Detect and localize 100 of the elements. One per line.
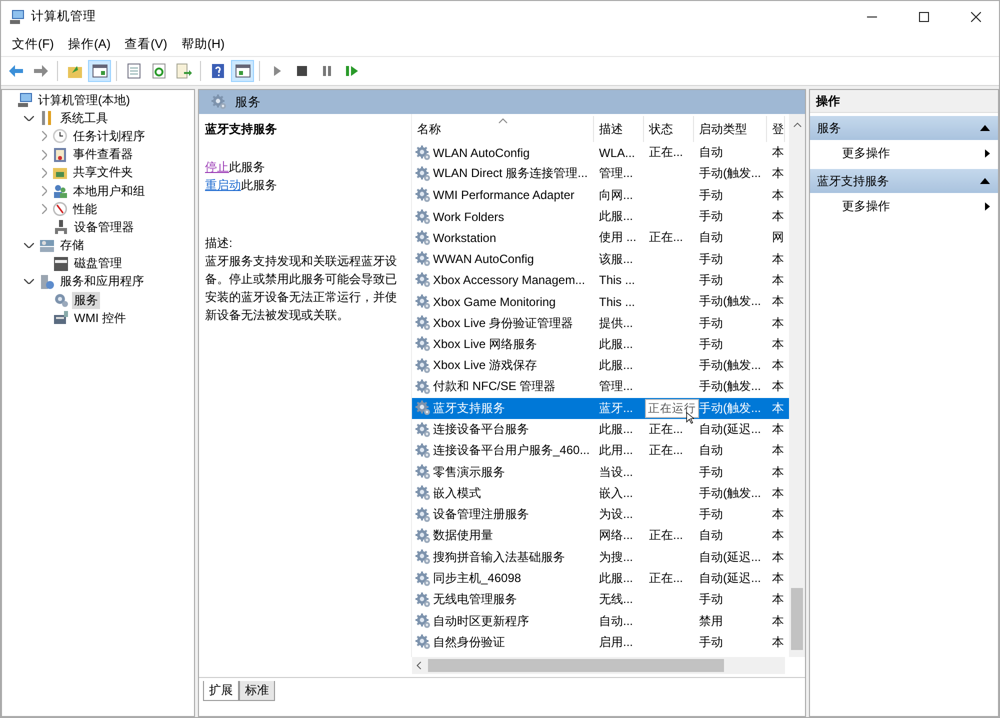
tree-item[interactable]: 本地用户和组 xyxy=(71,182,147,200)
tree-item[interactable]: 系统工具 xyxy=(58,110,110,127)
section-header[interactable]: 服务 xyxy=(810,116,998,140)
service-name-cell: 同步主机_46098 xyxy=(433,570,522,588)
service-row[interactable]: WMI Performance Adapter 向网... 手动 本 xyxy=(412,184,789,206)
service-row[interactable]: 数据使用量 网络... 正在... 自动 本 xyxy=(412,525,789,547)
collapse-chevron-icon[interactable] xyxy=(24,116,34,121)
table-cell: 当设... xyxy=(599,464,634,481)
service-row[interactable]: 搜狗拼音输入法基础服务 为搜... 自动(延迟... 本 xyxy=(412,546,789,568)
gauge-icon xyxy=(52,201,68,218)
service-row[interactable]: 嵌入模式 嵌入... 手动(触发... 本 xyxy=(412,482,789,504)
gear-icon xyxy=(415,549,431,566)
service-row[interactable]: 连接设备平台用户服务_460... 此用... 正在... 自动 本 xyxy=(412,440,789,462)
horizontal-scrollbar[interactable] xyxy=(412,657,785,674)
tree-item[interactable]: 任务计划程序 xyxy=(71,128,147,145)
actions-pane-title: 操作 xyxy=(810,90,998,113)
tree-item[interactable]: 性能 xyxy=(71,200,99,218)
tree-item[interactable]: 存储 xyxy=(58,237,86,254)
service-action-link[interactable]: 停止 xyxy=(205,160,229,174)
column-header[interactable]: 登 xyxy=(767,116,785,142)
table-cell: 自动(延迟... xyxy=(699,421,761,438)
service-row[interactable]: 付款和 NFC/SE 管理器 管理... 手动(触发... 本 xyxy=(412,376,789,398)
service-row[interactable]: Workstation 使用 ... 正在... 自动 网 xyxy=(412,227,789,248)
gear-icon xyxy=(415,251,431,268)
refresh-icon xyxy=(150,63,166,79)
service-row[interactable]: 无线电管理服务 无线... 手动 本 xyxy=(412,589,789,611)
vertical-scrollbar[interactable] xyxy=(789,114,805,657)
tree-item[interactable]: 磁盘管理 xyxy=(72,255,124,272)
expand-chevron-icon[interactable] xyxy=(42,168,47,178)
tree-item[interactable]: 服务和应用程序 xyxy=(58,273,146,290)
expand-chevron-icon[interactable] xyxy=(42,204,47,214)
collapse-chevron-icon[interactable] xyxy=(24,279,34,284)
column-header[interactable]: 描述 xyxy=(594,116,644,142)
scrollbar-thumb[interactable] xyxy=(428,659,724,672)
column-header[interactable]: 名称 xyxy=(412,116,594,142)
column-header[interactable]: 启动类型 xyxy=(694,116,767,142)
tree-item[interactable]: 事件查看器 xyxy=(71,146,135,164)
service-row[interactable]: 自动时区更新程序 自动... 禁用 本 xyxy=(412,610,789,632)
toolbar-button[interactable] xyxy=(231,60,254,82)
service-row[interactable]: 连接设备平台服务 此服... 正在... 自动(延迟... 本 xyxy=(412,418,789,440)
table-cell: WLA... xyxy=(599,146,636,160)
service-row[interactable]: 设备管理注册服务 为设... 手动 本 xyxy=(412,504,789,526)
service-name-cell: 蓝牙支持服务 xyxy=(433,400,505,417)
event-log-icon xyxy=(52,146,68,163)
table-cell: 自动 xyxy=(699,229,723,246)
service-row[interactable]: 零售演示服务 当设... 手动 本 xyxy=(412,461,789,483)
table-cell: 手动 xyxy=(699,250,723,268)
storage-icon xyxy=(39,238,55,254)
service-row[interactable]: WWAN AutoConfig 该服... 手动 本 xyxy=(412,248,789,270)
service-row[interactable]: Xbox Live 网络服务 此服... 手动 本 xyxy=(412,334,789,355)
service-action-link[interactable]: 重启动 xyxy=(205,178,241,192)
scroll-up-icon[interactable] xyxy=(792,122,802,128)
service-row[interactable]: Work Folders 此服... 手动 本 xyxy=(412,206,789,228)
service-name-cell: WLAN Direct 服务连接管理... xyxy=(433,165,588,182)
collapse-chevron-icon[interactable] xyxy=(24,243,34,248)
menu-item[interactable]: 查看(V) xyxy=(118,36,174,52)
gear-icon xyxy=(415,336,431,352)
view-tab[interactable]: 扩展 xyxy=(203,681,239,701)
toolbar-button[interactable] xyxy=(88,60,111,82)
table-cell: 手动 xyxy=(699,506,723,524)
gear-icon xyxy=(415,400,431,416)
expand-chevron-icon[interactable] xyxy=(42,131,47,142)
service-row[interactable]: Xbox Live 身份验证管理器 提供... 手动 本 xyxy=(412,312,789,334)
service-row[interactable]: Xbox Game Monitoring This ... 手动(触发... 本 xyxy=(412,291,789,312)
table-cell: 本 xyxy=(772,464,784,481)
scrollbar-thumb[interactable] xyxy=(791,588,803,650)
service-name-cell: 连接设备平台用户服务_460... xyxy=(433,442,590,460)
tree-item[interactable]: 设备管理器 xyxy=(72,218,136,236)
tree-item[interactable]: 计算机管理(本地) xyxy=(36,92,132,109)
menu-item[interactable]: 帮助(H) xyxy=(174,36,232,52)
service-name-cell: Xbox Live 网络服务 xyxy=(433,336,538,353)
action-item[interactable]: 更多操作 xyxy=(810,193,998,219)
tree-item[interactable]: 共享文件夹 xyxy=(71,164,135,182)
tree-item[interactable]: WMI 控件 xyxy=(72,310,128,327)
gear-icon xyxy=(415,358,431,374)
gear-icon xyxy=(415,592,431,608)
action-item[interactable]: 更多操作 xyxy=(810,140,998,166)
service-row[interactable]: Xbox Accessory Managem... This ... 手动 本 xyxy=(412,270,789,292)
service-row[interactable]: 自然身份验证 启用... 手动 本 xyxy=(412,632,789,654)
service-row[interactable]: WLAN AutoConfig WLA... 正在... 自动 本 xyxy=(412,142,789,164)
expand-chevron-icon[interactable] xyxy=(42,186,47,196)
service-row[interactable]: Xbox Live 游戏保存 此服... 手动(触发... 本 xyxy=(412,354,789,376)
service-row[interactable]: 同步主机_46098 此服... 正在... 自动(延迟... 本 xyxy=(412,568,789,590)
service-name-cell: Xbox Live 游戏保存 xyxy=(433,357,538,374)
menu-item[interactable]: 文件(F) xyxy=(5,36,61,52)
gear-icon xyxy=(415,378,431,395)
forward-arrow-icon xyxy=(32,63,48,79)
service-row[interactable]: WLAN Direct 服务连接管理... 管理... 手动(触发... 本 xyxy=(412,163,789,185)
view-tab[interactable]: 标准 xyxy=(239,681,275,701)
tree-item[interactable]: 服务 xyxy=(72,292,100,309)
scroll-left-icon[interactable] xyxy=(416,661,422,670)
action-text: 此服务 xyxy=(241,178,277,192)
table-cell: 此服... xyxy=(599,570,634,588)
section-header[interactable]: 蓝牙支持服务 xyxy=(810,169,998,193)
column-header[interactable]: 状态 xyxy=(644,116,694,142)
table-cell: 本 xyxy=(772,421,784,438)
menu-item[interactable]: 操作(A) xyxy=(60,36,118,52)
expand-chevron-icon[interactable] xyxy=(42,150,47,160)
action-text: 此服务 xyxy=(229,160,265,174)
service-name-cell: WWAN AutoConfig xyxy=(433,252,534,266)
